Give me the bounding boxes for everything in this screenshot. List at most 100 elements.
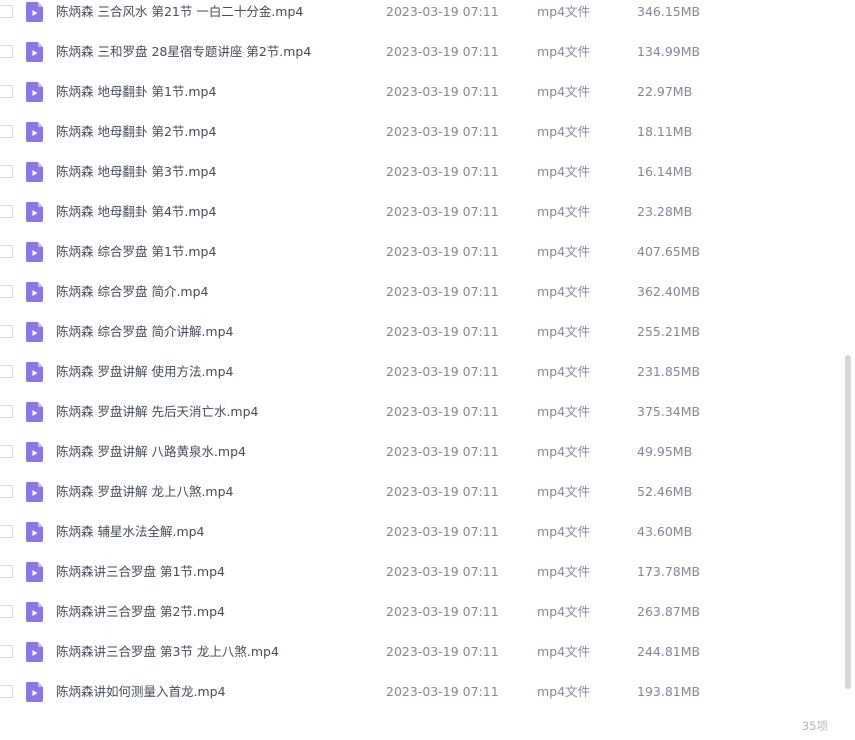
file-row[interactable]: 陈炳森讲三合罗盘 第2节.mp4 2023-03-19 07:11 mp4文件 263…	[0, 592, 838, 632]
file-row[interactable]: 陈炳森 综合罗盘 简介.mp4 2023-03-19 07:11 mp4文件 362.…	[0, 272, 838, 312]
file-name[interactable]: 陈炳森讲如何测量入首龙.mp4	[56, 672, 226, 710]
file-name[interactable]: 陈炳森 地母翻卦 第1节.mp4	[56, 72, 216, 112]
file-name[interactable]: 陈炳森 三和罗盘 28星宿专题讲座 第2节.mp4	[56, 32, 311, 72]
video-file-icon	[26, 202, 43, 222]
video-file-icon	[26, 2, 43, 22]
file-modified-date: 2023-03-19 07:11	[386, 124, 499, 139]
file-row[interactable]: 陈炳森 罗盘讲解 使用方法.mp4 2023-03-19 07:11 mp4文件 23…	[0, 352, 838, 392]
file-name[interactable]: 陈炳森讲三合罗盘 第3节 龙上八煞.mp4	[56, 632, 279, 672]
file-row[interactable]: 陈炳森 罗盘讲解 龙上八煞.mp4 2023-03-19 07:11 mp4文件 52…	[0, 472, 838, 512]
file-row[interactable]: 陈炳森 地母翻卦 第2节.mp4 2023-03-19 07:11 mp4文件 18.…	[0, 112, 838, 152]
file-name[interactable]: 陈炳森 罗盘讲解 龙上八煞.mp4	[56, 472, 234, 512]
checkbox-icon[interactable]	[0, 5, 13, 18]
checkbox-icon[interactable]	[0, 605, 13, 618]
file-modified-date: 2023-03-19 07:11	[386, 364, 499, 379]
file-size: 231.85MB	[637, 364, 701, 379]
file-name[interactable]: 陈炳森 三合风水 第21节 一白二十分金.mp4	[56, 0, 303, 32]
file-type: mp4文件	[537, 604, 591, 619]
file-type: mp4文件	[537, 404, 591, 419]
file-modified-date: 2023-03-19 07:11	[386, 44, 499, 59]
video-file-icon	[26, 402, 43, 422]
file-modified-date: 2023-03-19 07:11	[386, 164, 499, 179]
file-name[interactable]: 陈炳森 罗盘讲解 先后天消亡水.mp4	[56, 392, 259, 432]
scrollbar-thumb[interactable]	[845, 355, 851, 689]
file-row[interactable]: 陈炳森 地母翻卦 第1节.mp4 2023-03-19 07:11 mp4文件 22.…	[0, 72, 838, 112]
file-row[interactable]: 陈炳森 罗盘讲解 八路黄泉水.mp4 2023-03-19 07:11 mp4文件 4…	[0, 432, 838, 472]
checkbox-icon[interactable]	[0, 685, 13, 698]
file-modified-date: 2023-03-19 07:11	[386, 684, 499, 699]
video-file-icon	[26, 522, 43, 542]
checkbox-icon[interactable]	[0, 85, 13, 98]
file-row[interactable]: 陈炳森讲三合罗盘 第1节.mp4 2023-03-19 07:11 mp4文件 173…	[0, 552, 838, 592]
checkbox-icon[interactable]	[0, 205, 13, 218]
file-type: mp4文件	[537, 484, 591, 499]
file-modified-date: 2023-03-19 07:11	[386, 284, 499, 299]
file-name[interactable]: 陈炳森 地母翻卦 第3节.mp4	[56, 152, 216, 192]
file-type: mp4文件	[537, 324, 591, 339]
file-name[interactable]: 陈炳森 罗盘讲解 使用方法.mp4	[56, 352, 234, 392]
checkbox-icon[interactable]	[0, 365, 13, 378]
file-type: mp4文件	[537, 204, 591, 219]
checkbox-icon[interactable]	[0, 325, 13, 338]
file-name[interactable]: 陈炳森 辅星水法全解.mp4	[56, 512, 205, 552]
file-row[interactable]: 陈炳森 综合罗盘 简介讲解.mp4 2023-03-19 07:11 mp4文件 25…	[0, 312, 838, 352]
file-name[interactable]: 陈炳森讲三合罗盘 第2节.mp4	[56, 592, 225, 632]
video-file-icon	[26, 82, 43, 102]
file-size: 23.28MB	[637, 204, 693, 219]
file-type: mp4文件	[537, 164, 591, 179]
checkbox-icon[interactable]	[0, 285, 13, 298]
file-modified-date: 2023-03-19 07:11	[386, 444, 499, 459]
file-row[interactable]: 陈炳森 地母翻卦 第4节.mp4 2023-03-19 07:11 mp4文件 23.…	[0, 192, 838, 232]
video-file-icon	[26, 322, 43, 342]
file-modified-date: 2023-03-19 07:11	[386, 484, 499, 499]
file-row[interactable]: 陈炳森 罗盘讲解 先后天消亡水.mp4 2023-03-19 07:11 mp4文件…	[0, 392, 838, 432]
file-row[interactable]: 陈炳森 地母翻卦 第3节.mp4 2023-03-19 07:11 mp4文件 16.…	[0, 152, 838, 192]
video-file-icon	[26, 442, 43, 462]
video-file-icon	[26, 242, 43, 262]
video-file-icon	[26, 602, 43, 622]
file-type: mp4文件	[537, 644, 591, 659]
file-modified-date: 2023-03-19 07:11	[386, 84, 499, 99]
checkbox-icon[interactable]	[0, 45, 13, 58]
video-file-icon	[26, 482, 43, 502]
file-name[interactable]: 陈炳森 罗盘讲解 八路黄泉水.mp4	[56, 432, 246, 472]
video-file-icon	[26, 562, 43, 582]
file-name[interactable]: 陈炳森 地母翻卦 第4节.mp4	[56, 192, 216, 232]
checkbox-icon[interactable]	[0, 125, 13, 138]
video-file-icon	[26, 682, 43, 702]
file-size: 49.95MB	[637, 444, 693, 459]
checkbox-icon[interactable]	[0, 445, 13, 458]
checkbox-icon[interactable]	[0, 485, 13, 498]
file-type: mp4文件	[537, 684, 591, 699]
checkbox-icon[interactable]	[0, 525, 13, 538]
file-type: mp4文件	[537, 364, 591, 379]
file-modified-date: 2023-03-19 07:11	[386, 564, 499, 579]
file-size: 134.99MB	[637, 44, 701, 59]
file-size: 255.21MB	[637, 324, 701, 339]
file-row[interactable]: 陈炳森 辅星水法全解.mp4 2023-03-19 07:11 mp4文件 43.60…	[0, 512, 838, 552]
file-size: 22.97MB	[637, 84, 693, 99]
checkbox-icon[interactable]	[0, 245, 13, 258]
file-row[interactable]: 陈炳森 综合罗盘 第1节.mp4 2023-03-19 07:11 mp4文件 407…	[0, 232, 838, 272]
checkbox-icon[interactable]	[0, 565, 13, 578]
file-type: mp4文件	[537, 124, 591, 139]
file-modified-date: 2023-03-19 07:11	[386, 324, 499, 339]
checkbox-icon[interactable]	[0, 405, 13, 418]
vertical-scrollbar[interactable]	[844, 0, 852, 710]
file-name[interactable]: 陈炳森 地母翻卦 第2节.mp4	[56, 112, 216, 152]
file-row[interactable]: 陈炳森讲如何测量入首龙.mp4 2023-03-19 07:11 mp4文件 193.…	[0, 672, 838, 710]
checkbox-icon[interactable]	[0, 165, 13, 178]
file-name[interactable]: 陈炳森 综合罗盘 简介.mp4	[56, 272, 209, 312]
video-file-icon	[26, 42, 43, 62]
checkbox-icon[interactable]	[0, 645, 13, 658]
file-row[interactable]: 陈炳森讲三合罗盘 第3节 龙上八煞.mp4 2023-03-19 07:11 mp4…	[0, 632, 838, 672]
file-name[interactable]: 陈炳森讲三合罗盘 第1节.mp4	[56, 552, 225, 592]
file-row[interactable]: 陈炳森 三合风水 第21节 一白二十分金.mp4 2023-03-19 07:11…	[0, 0, 838, 32]
file-name[interactable]: 陈炳森 综合罗盘 简介讲解.mp4	[56, 312, 234, 352]
file-modified-date: 2023-03-19 07:11	[386, 604, 499, 619]
file-size: 407.65MB	[637, 244, 701, 259]
video-file-icon	[26, 282, 43, 302]
file-name[interactable]: 陈炳森 综合罗盘 第1节.mp4	[56, 232, 216, 272]
file-row[interactable]: 陈炳森 三和罗盘 28星宿专题讲座 第2节.mp4 2023-03-19 07:1…	[0, 32, 838, 72]
file-list: 陈炳森 三合风水 第21节 一白二十分金.mp4 2023-03-19 07:11…	[0, 0, 838, 710]
